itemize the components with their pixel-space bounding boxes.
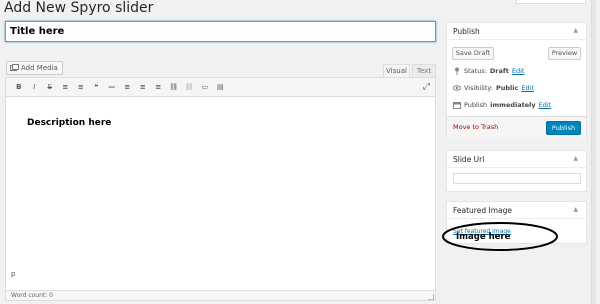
align-center-icon[interactable]: ≡ bbox=[135, 81, 151, 93]
read-more-icon[interactable]: ▭ bbox=[197, 81, 213, 93]
collapse-arrow-icon[interactable]: ▲ bbox=[573, 27, 578, 34]
publish-box-title: Publish bbox=[453, 27, 480, 36]
scrollbar[interactable] bbox=[591, 0, 596, 304]
media-icon bbox=[10, 64, 19, 71]
publish-time-value: immediately bbox=[490, 101, 536, 109]
screen-options-tab[interactable] bbox=[516, 0, 586, 4]
move-to-trash-link[interactable]: Move to Trash bbox=[453, 123, 498, 131]
content-editor[interactable]: B I S ≡ ≡ ❝ — ≡ ≡ ≡ ⛓ ⛓ ▭ ▤ ⤢ Descriptio… bbox=[5, 77, 436, 291]
blockquote-icon[interactable]: ❝ bbox=[89, 81, 105, 93]
tab-text[interactable]: Text bbox=[412, 64, 436, 77]
status-label: Status: bbox=[464, 67, 487, 75]
eye-icon bbox=[453, 85, 461, 91]
tab-visual[interactable]: Visual bbox=[383, 64, 410, 77]
edit-publish-time-link[interactable]: Edit bbox=[539, 101, 552, 109]
resize-handle-icon[interactable] bbox=[428, 294, 434, 300]
bold-icon[interactable]: B bbox=[11, 81, 27, 93]
editor-body-text[interactable]: Description here bbox=[27, 118, 111, 128]
publish-box: Publish ▲ Save Draft Preview Status: Dra… bbox=[446, 22, 587, 139]
featured-image-header[interactable]: Featured Image ▲ bbox=[447, 202, 586, 219]
align-left-icon[interactable]: ≡ bbox=[120, 81, 136, 93]
add-media-button[interactable]: Add Media bbox=[6, 61, 63, 75]
bullet-list-icon[interactable]: ≡ bbox=[58, 81, 74, 93]
strikethrough-icon[interactable]: S bbox=[42, 81, 58, 93]
calendar-icon bbox=[453, 102, 461, 109]
editor-path: p bbox=[11, 270, 16, 278]
edit-status-link[interactable]: Edit bbox=[512, 67, 525, 75]
pin-icon bbox=[455, 67, 459, 75]
add-media-label: Add Media bbox=[21, 64, 58, 72]
align-right-icon[interactable]: ≡ bbox=[151, 81, 167, 93]
italic-icon[interactable]: I bbox=[27, 81, 43, 93]
visibility-value: Public bbox=[495, 84, 519, 92]
publish-button[interactable]: Publish bbox=[546, 121, 581, 135]
word-count-label: Word count: 0 bbox=[11, 292, 54, 299]
collapse-arrow-icon[interactable]: ▲ bbox=[573, 206, 578, 213]
toolbar-toggle-icon[interactable]: ▤ bbox=[213, 81, 229, 93]
visibility-label: Visibility: bbox=[464, 84, 493, 92]
publish-box-header[interactable]: Publish ▲ bbox=[447, 23, 586, 40]
fullscreen-icon[interactable]: ⤢ bbox=[423, 82, 430, 92]
edit-visibility-link[interactable]: Edit bbox=[521, 84, 534, 92]
image-annotation-label: Image here bbox=[456, 232, 511, 242]
slide-url-header[interactable]: Slide Url ▲ bbox=[447, 151, 586, 168]
insert-link-icon[interactable]: ⛓ bbox=[166, 81, 182, 93]
publish-time-row: Publish immediately Edit bbox=[453, 101, 551, 109]
collapse-arrow-icon[interactable]: ▲ bbox=[573, 155, 578, 162]
status-row: Status: Draft Edit bbox=[453, 67, 524, 75]
remove-link-icon[interactable]: ⛓ bbox=[182, 81, 198, 93]
publish-time-label: Publish bbox=[464, 101, 488, 109]
publish-actions: Move to Trash Publish bbox=[447, 116, 586, 139]
save-draft-button[interactable]: Save Draft bbox=[452, 47, 494, 60]
slide-url-input[interactable] bbox=[453, 173, 581, 184]
editor-toolbar: B I S ≡ ≡ ❝ — ≡ ≡ ≡ ⛓ ⛓ ▭ ▤ ⤢ bbox=[6, 78, 435, 97]
slide-url-title: Slide Url bbox=[453, 155, 485, 164]
word-count: Word count: 0 bbox=[5, 291, 436, 301]
preview-button[interactable]: Preview bbox=[548, 47, 581, 60]
visibility-row: Visibility: Public Edit bbox=[453, 84, 534, 92]
horizontal-rule-icon[interactable]: — bbox=[104, 81, 120, 93]
title-input[interactable]: Title here bbox=[5, 21, 436, 42]
page-title: Add New Spyro slider bbox=[4, 0, 154, 16]
numbered-list-icon[interactable]: ≡ bbox=[73, 81, 89, 93]
slide-url-box: Slide Url ▲ bbox=[446, 150, 587, 192]
status-value: Draft bbox=[489, 67, 509, 75]
featured-image-title: Featured Image bbox=[453, 206, 512, 215]
